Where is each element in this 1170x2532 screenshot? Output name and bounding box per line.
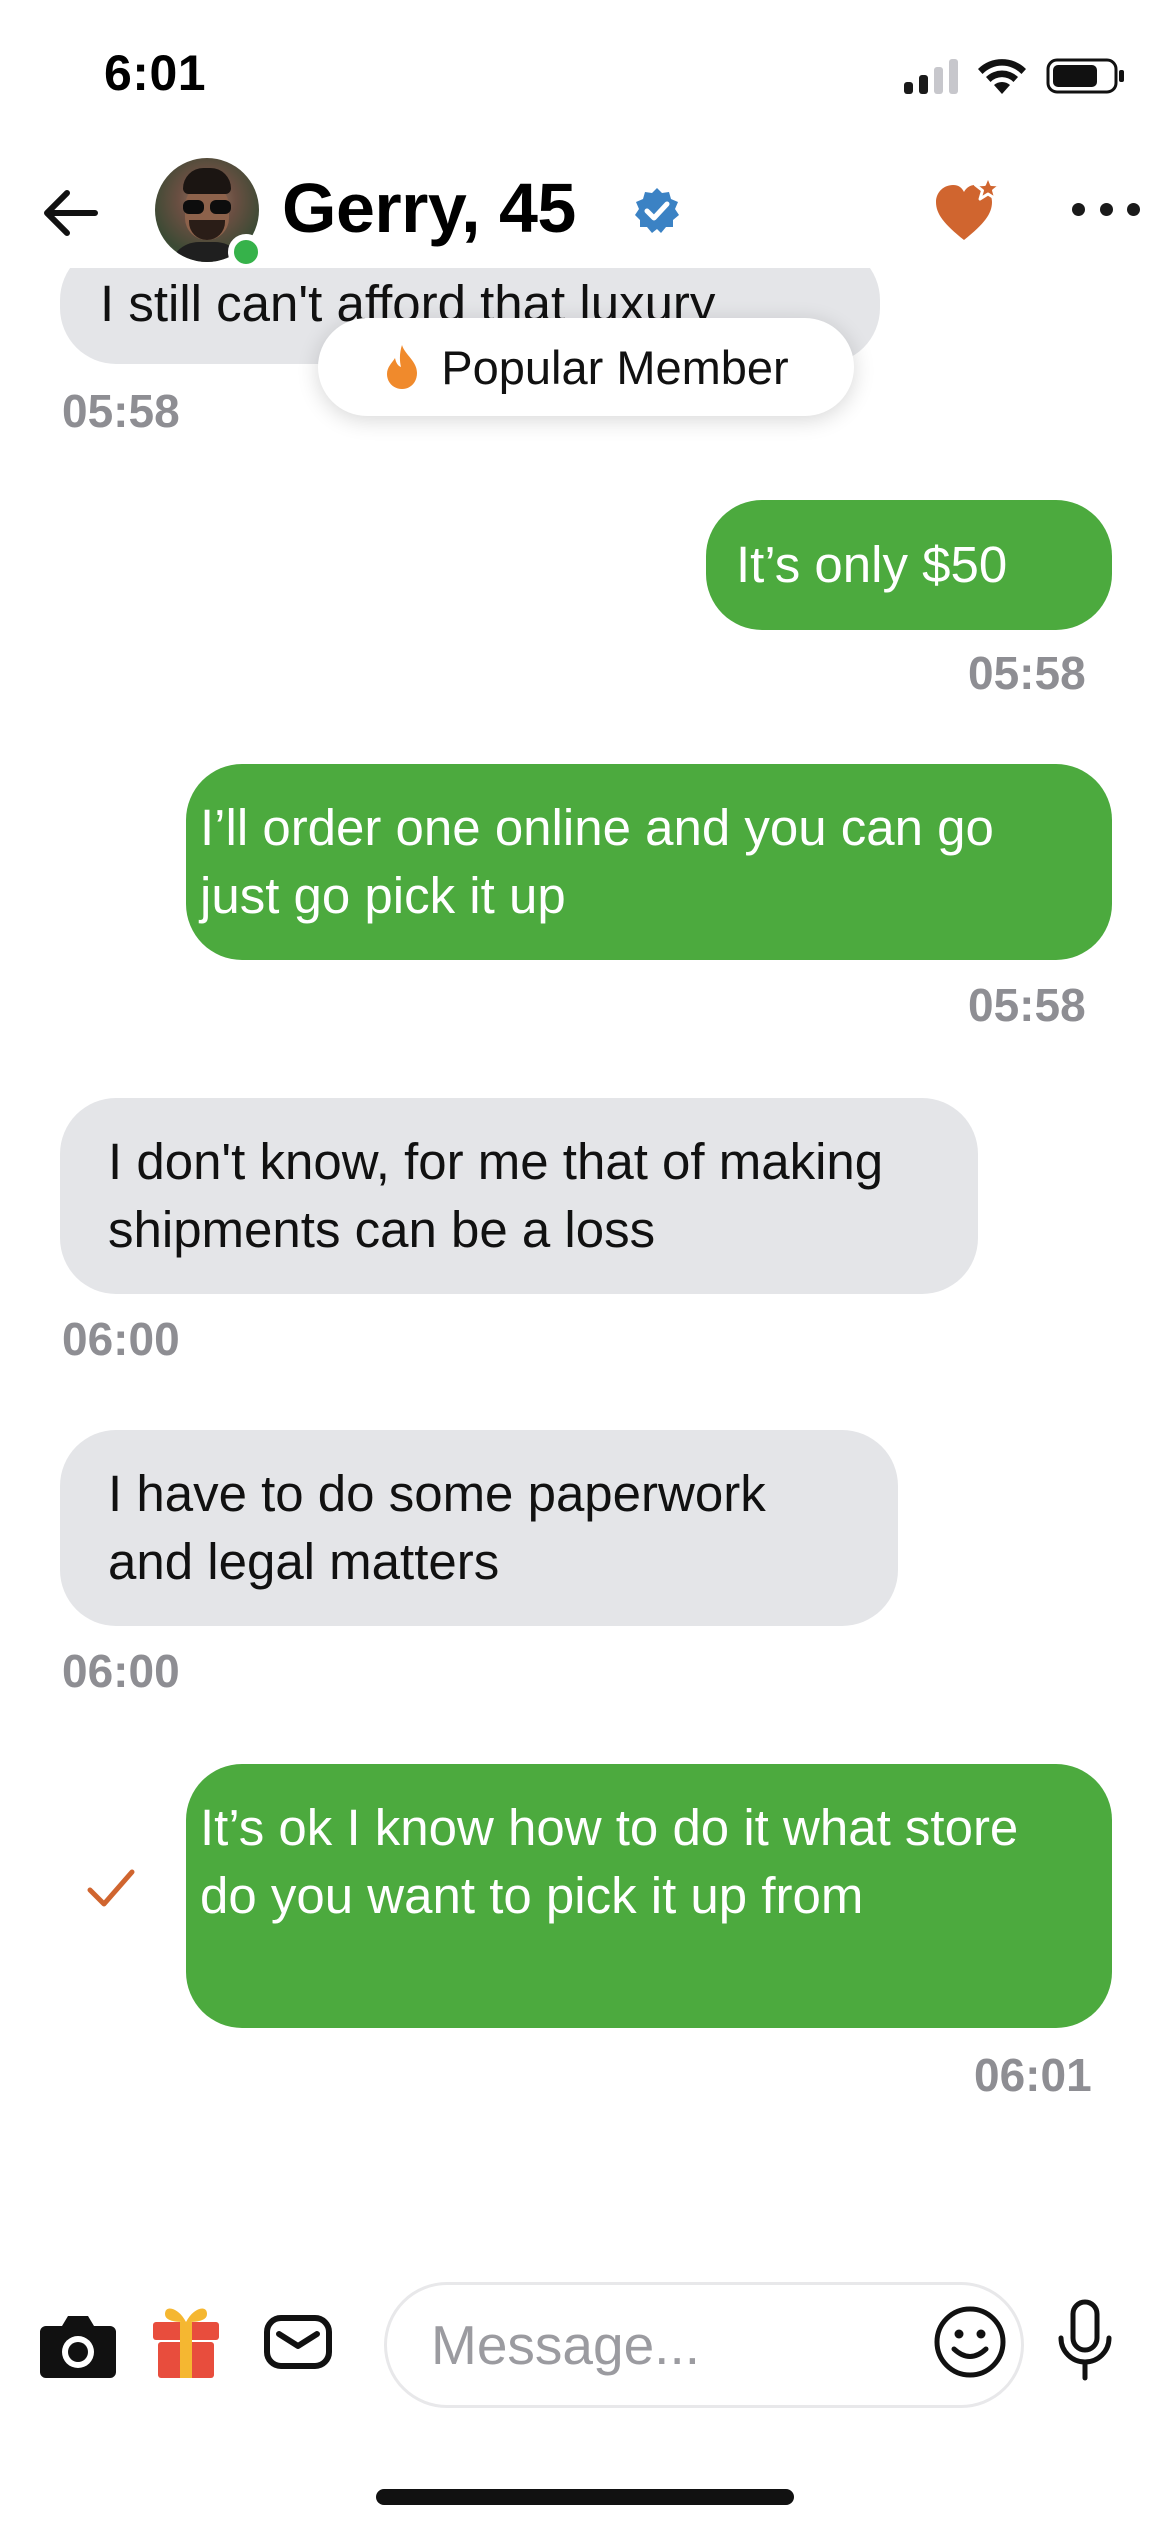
message-bubble-received[interactable]: I have to do some paperwork and legal ma… (60, 1430, 898, 1626)
message-type-button[interactable] (262, 2312, 334, 2372)
camera-icon (40, 2316, 116, 2378)
verified-badge-icon (635, 188, 679, 233)
message-composer (0, 2260, 1170, 2410)
popular-member-label: Popular Member (441, 340, 789, 394)
camera-button[interactable] (38, 2308, 118, 2382)
message-bubble-received[interactable]: I don't know, for me that of making ship… (60, 1098, 978, 1294)
emoji-button[interactable] (932, 2304, 1008, 2380)
contact-name[interactable]: Gerry, 45 (282, 168, 576, 248)
message-text: It’s only $50 (736, 536, 1008, 593)
status-icons (904, 52, 1126, 100)
message-text: I have to do some paperwork and legal ma… (108, 1465, 766, 1590)
emoji-icon (934, 2306, 1006, 2378)
heart-star-icon (936, 174, 1002, 240)
status-bar: 6:01 (0, 0, 1170, 150)
message-text: I’ll order one online and you can go jus… (200, 799, 994, 924)
online-status-dot (228, 234, 264, 270)
message-timestamp: 05:58 (968, 647, 1086, 699)
message-timestamp: 05:58 (62, 385, 180, 437)
cellular-signal-icon (904, 58, 958, 94)
message-timestamp: 06:01 (974, 2049, 1092, 2101)
envelope-icon (264, 2315, 332, 2369)
message-text: It’s ok I know how to do it what store d… (200, 1799, 1019, 1924)
message-text: I don't know, for me that of making ship… (108, 1133, 884, 1258)
flame-icon (387, 345, 418, 389)
battery-icon (1046, 58, 1124, 94)
more-options-button[interactable] (1072, 184, 1140, 234)
voice-message-button[interactable] (1052, 2296, 1118, 2386)
message-bubble-sent[interactable]: It’s ok I know how to do it what store d… (186, 1764, 1112, 2028)
home-indicator[interactable] (376, 2489, 794, 2505)
message-timestamp: 05:58 (968, 979, 1086, 1031)
back-button[interactable] (34, 178, 104, 248)
message-timestamp: 06:00 (62, 1645, 180, 1697)
message-bubble-sent[interactable]: I’ll order one online and you can go jus… (186, 764, 1112, 960)
back-arrow-icon (44, 190, 98, 236)
message-input[interactable] (384, 2282, 1024, 2408)
popular-member-badge[interactable]: Popular Member (318, 318, 854, 416)
wifi-icon (978, 59, 1026, 94)
gift-button[interactable] (150, 2300, 222, 2380)
message-timestamp: 06:00 (62, 1313, 180, 1365)
read-receipt-check-icon (87, 1869, 135, 1907)
chat-header: Gerry, 45 (0, 150, 1170, 280)
super-like-button[interactable] (934, 174, 1006, 246)
microphone-icon (1058, 2299, 1112, 2381)
gift-icon (153, 2308, 219, 2378)
status-time: 6:01 (104, 45, 207, 101)
message-bubble-sent[interactable]: It’s only $50 (706, 500, 1112, 630)
